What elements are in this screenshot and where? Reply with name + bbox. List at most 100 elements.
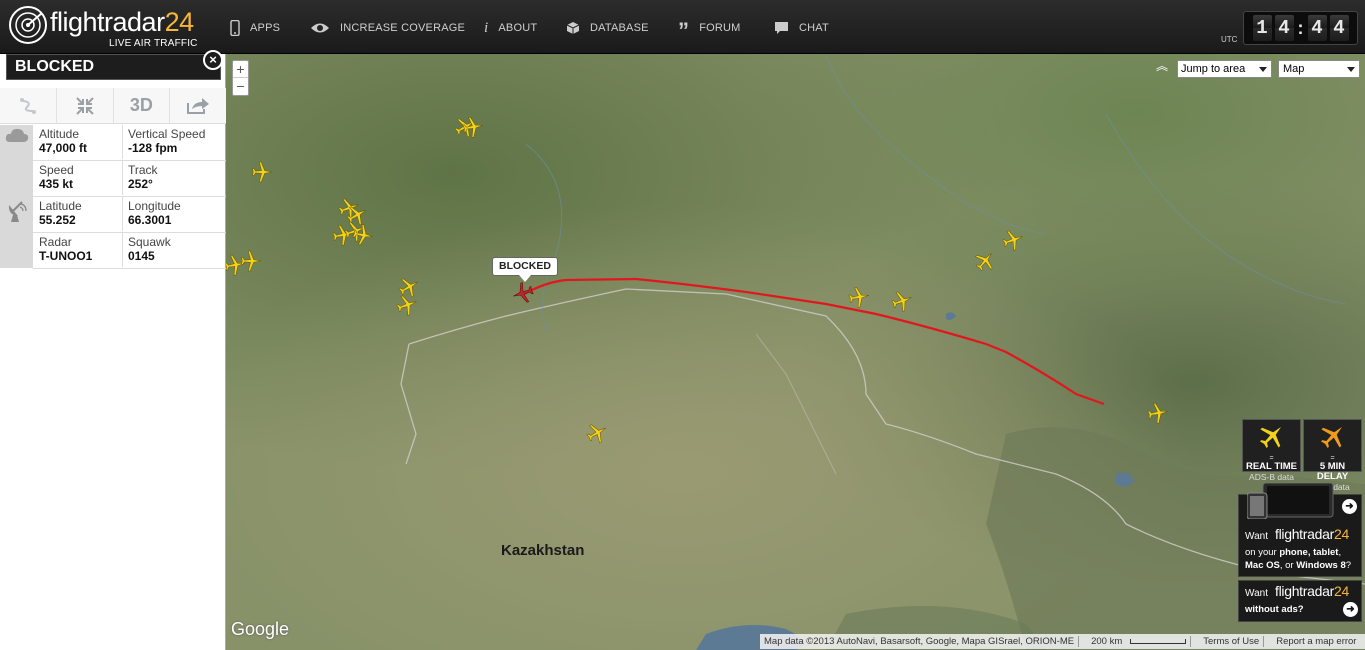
detail-row: Latitude 55.252 Longitude 66.3001 — [33, 197, 226, 233]
aircraft-icon[interactable] — [352, 224, 374, 246]
flightradar24-logo[interactable]: flightradar24 LIVE AIR TRAFFIC — [8, 5, 198, 51]
top-navigation-bar: flightradar24 LIVE AIR TRAFFIC APPS INCR… — [0, 0, 1365, 54]
eye-icon — [311, 23, 329, 33]
aircraft-icon[interactable] — [1147, 402, 1169, 424]
share-button[interactable] — [170, 88, 226, 123]
close-panel-button[interactable]: × — [203, 50, 223, 70]
map-scale-label: 200 km — [1091, 636, 1123, 647]
nav-database[interactable]: DATABASE — [566, 18, 649, 38]
vertical-speed-label: Vertical Speed — [128, 127, 206, 141]
flight-info-panel: BLOCKED 3D Altitude 47,000 ft Vertical Sp… — [0, 54, 226, 650]
chat-bubble-icon — [775, 22, 788, 34]
utc-clock: 1 4 : 4 4 — [1243, 11, 1358, 45]
share-icon — [187, 97, 210, 114]
phone-icon — [230, 20, 240, 36]
detail-row: Altitude 47,000 ft Vertical Speed -128 fpm — [33, 125, 226, 161]
nav-forum[interactable]: ” FORUM — [678, 18, 741, 43]
quote-icon: ” — [678, 18, 690, 43]
aircraft-icon[interactable] — [251, 161, 273, 183]
chevron-down-icon — [1259, 67, 1267, 72]
3d-view-button[interactable]: 3D — [114, 88, 171, 123]
promo-brand: flightradar24 — [1275, 526, 1349, 542]
report-map-error-link[interactable]: Report a map error — [1272, 636, 1360, 647]
aircraft-icon[interactable] — [891, 290, 913, 312]
map-type-select[interactable]: Map — [1278, 60, 1360, 78]
apps-promo-banner[interactable]: ➜ Want flightradar24 on your phone, tabl… — [1238, 483, 1362, 577]
google-logo: Google — [231, 619, 290, 639]
route-tool-button[interactable] — [0, 88, 57, 123]
nav-apps[interactable]: APPS — [230, 18, 280, 38]
clock-digit: 1 — [1252, 15, 1272, 41]
clock-separator: : — [1297, 17, 1304, 38]
aircraft-icon[interactable] — [396, 294, 418, 316]
selected-aircraft-icon[interactable] — [512, 282, 534, 304]
nav-apps-label: APPS — [250, 22, 281, 34]
aircraft-icon[interactable] — [1002, 229, 1024, 251]
orange-plane-icon — [1320, 426, 1342, 448]
radar-label: Radar — [39, 235, 72, 249]
clock-digit: 4 — [1329, 15, 1349, 41]
aircraft-icon[interactable] — [974, 250, 996, 272]
aircraft-icon[interactable] — [462, 116, 484, 138]
collapse-up-icon[interactable]: ︽ — [1154, 60, 1170, 76]
aircraft-icon[interactable] — [240, 250, 262, 272]
map-type-value: Map — [1283, 63, 1305, 75]
radar-logo-icon — [9, 6, 47, 44]
speed-label: Speed — [39, 163, 74, 177]
nav-increase-coverage[interactable]: INCREASE COVERAGE — [310, 18, 465, 38]
flight-toolbar: 3D — [0, 88, 226, 124]
terms-of-use-link[interactable]: Terms of Use — [1199, 636, 1263, 647]
clock-digit: 4 — [1274, 15, 1294, 41]
flight-callsign: BLOCKED — [15, 58, 95, 75]
nav-forum-label: FORUM — [699, 22, 741, 34]
detail-row: Radar T-UNOO1 Squawk 0145 — [33, 233, 226, 269]
aircraft-icon[interactable] — [586, 422, 608, 444]
logo-tagline: LIVE AIR TRAFFIC — [109, 38, 198, 49]
longitude-label: Longitude — [128, 199, 181, 213]
no-ads-promo-banner[interactable]: Want flightradar24 without ads? ➜ — [1238, 580, 1362, 622]
real-time-mode-button[interactable]: = REAL TIME ADS-B data — [1242, 419, 1301, 482]
track-value: 252° — [128, 177, 153, 191]
nav-database-label: DATABASE — [590, 22, 649, 34]
vertical-speed-value: -128 fpm — [128, 141, 178, 155]
altitude-label: Altitude — [39, 127, 80, 141]
yellow-plane-icon — [1259, 426, 1281, 448]
selected-flight-label[interactable]: BLOCKED — [492, 257, 558, 282]
map-canvas[interactable]: + − ︽ Jump to area Map BLOCKED Kazakhsta… — [226, 54, 1365, 650]
arrow-right-icon: ➜ — [1343, 602, 1358, 617]
nav-chat-label: CHAT — [799, 22, 829, 34]
route-icon — [19, 97, 36, 114]
zoom-out-button[interactable]: − — [233, 78, 248, 95]
map-attribution-bar: Map data ©2013 AutoNavi, Basarsoft, Goog… — [760, 634, 1365, 649]
five-min-delay-label: 5 MIN DELAY — [1316, 461, 1349, 482]
real-time-label: REAL TIME — [1245, 461, 1298, 472]
jump-to-area-select[interactable]: Jump to area — [1177, 60, 1272, 78]
altitude-value: 47,000 ft — [39, 141, 88, 155]
aircraft-icon[interactable] — [848, 286, 870, 308]
details-icon-column — [0, 125, 33, 268]
logo-wordmark: flightradar24 — [50, 7, 194, 37]
country-label: Kazakhstan — [501, 542, 585, 559]
radar-value: T-UNOO1 — [39, 249, 93, 263]
nav-chat[interactable]: CHAT — [774, 18, 829, 38]
track-label: Track — [128, 163, 158, 177]
squawk-label: Squawk — [128, 235, 171, 249]
latitude-value: 55.252 — [39, 213, 76, 227]
chevron-down-icon — [1347, 67, 1355, 72]
nav-about-label: ABOUT — [498, 22, 538, 34]
zoom-in-button[interactable]: + — [233, 61, 248, 78]
utc-label: UTC — [1221, 35, 1238, 44]
arrow-right-icon: ➜ — [1342, 499, 1357, 514]
nav-about[interactable]: i ABOUT — [484, 18, 537, 38]
zoom-control: + − — [232, 60, 249, 96]
fit-view-button[interactable] — [57, 88, 114, 123]
info-icon: i — [484, 19, 489, 36]
longitude-value: 66.3001 — [128, 213, 172, 227]
squawk-value: 0145 — [128, 249, 155, 263]
delayed-mode-button[interactable]: = 5 MIN DELAY FAA data — [1303, 419, 1362, 492]
map-scale-bar — [1130, 639, 1187, 644]
map-data-credits: Map data ©2013 AutoNavi, Basarsoft, Goog… — [764, 636, 1075, 647]
jump-to-area-value: Jump to area — [1181, 63, 1246, 75]
latitude-label: Latitude — [39, 199, 82, 213]
speed-value: 435 kt — [39, 177, 74, 191]
